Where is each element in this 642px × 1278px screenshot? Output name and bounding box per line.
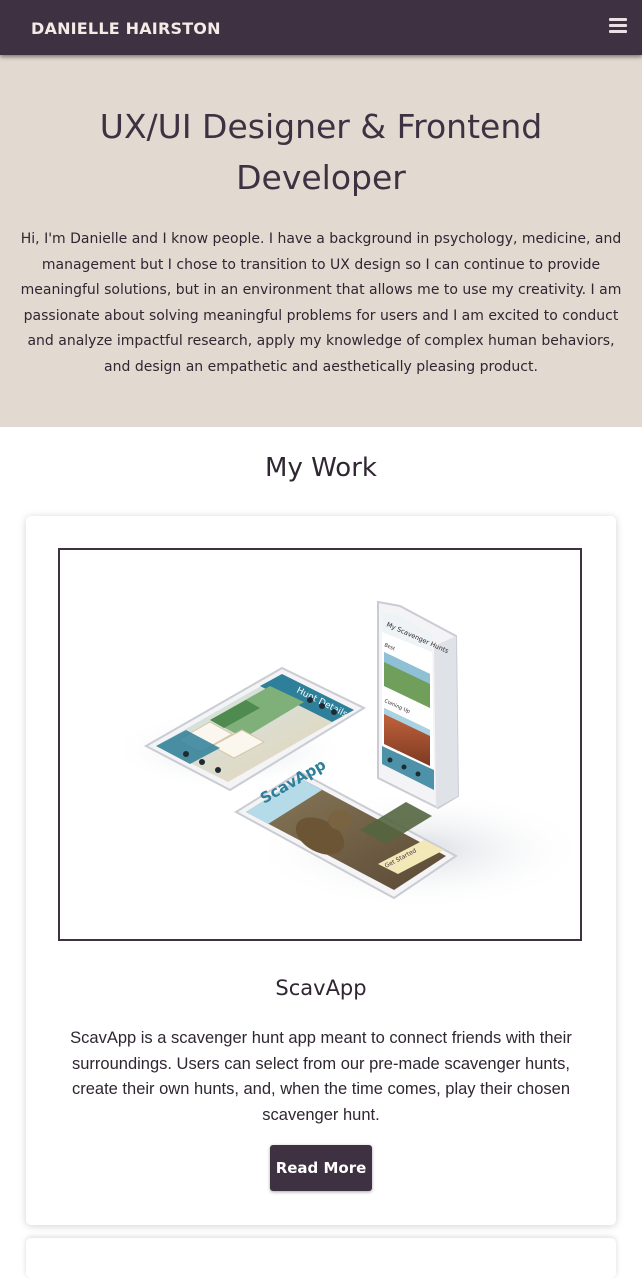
project-card-scavapp: Hunt Details My Scavenger Hunts Best Com… [26,516,616,1225]
scavapp-phone-mockups-illustration: Hunt Details My Scavenger Hunts Best Com… [110,600,580,910]
project-title: ScavApp [275,976,367,1000]
menu-bar-line [609,30,627,33]
hero-intro-text: Hi, I'm Danielle and I know people. I ha… [20,231,622,375]
brand-name-link[interactable]: DANIELLE HAIRSTON [31,19,221,38]
project-description: ScavApp is a scavenger hunt app meant to… [70,1029,572,1124]
my-work-heading: My Work [265,453,377,483]
menu-bar-line [609,24,627,27]
project-image-scavapp: Hunt Details My Scavenger Hunts Best Com… [58,548,582,941]
read-more-button[interactable]: Read More [270,1145,372,1191]
hero-title: UX/UI Designer & Frontend Developer [99,107,543,197]
top-navbar: DANIELLE HAIRSTON [0,0,642,55]
hero-section: UX/UI Designer & Frontend Developer Hi, … [0,55,642,427]
hamburger-menu-icon[interactable] [609,17,627,34]
project-card-next-partial [26,1238,616,1278]
menu-bar-line [609,18,627,21]
phone-mockup-my-hunts: My Scavenger Hunts Best Coming Up [377,600,460,810]
